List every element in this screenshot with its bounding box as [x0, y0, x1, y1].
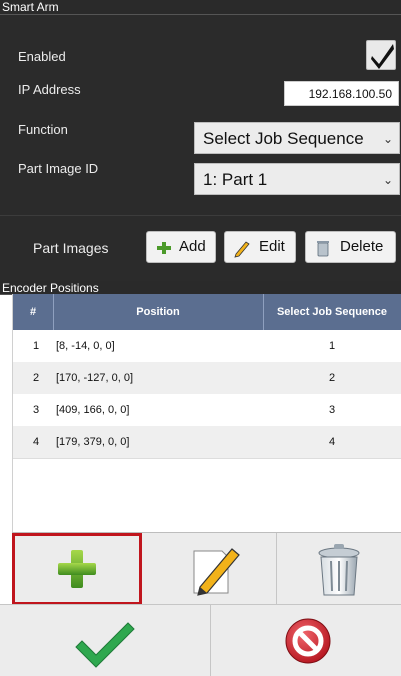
row-number: 3	[33, 404, 40, 416]
part-image-id-label: Part Image ID	[18, 161, 99, 176]
ip-address-field[interactable]: 192.168.100.50	[284, 81, 399, 106]
table-header: # Position Select Job Sequence	[13, 294, 401, 330]
plus-icon	[58, 550, 96, 588]
dialog-actions	[0, 604, 401, 676]
table-row[interactable]: 3 [409, 166, 0, 0] 3	[13, 394, 401, 426]
row-toolbar	[12, 532, 401, 605]
cancel-button[interactable]	[211, 605, 401, 676]
add-label: Add	[179, 238, 206, 255]
row-position: [409, 166, 0, 0]	[56, 404, 130, 416]
enabled-label: Enabled	[18, 49, 66, 64]
row-number: 1	[33, 340, 40, 352]
trash-icon	[318, 544, 360, 596]
table-row[interactable]: 2 [170, -127, 0, 0] 2	[13, 362, 401, 394]
chevron-down-icon: ⌄	[382, 132, 393, 146]
encoder-positions-table: # Position Select Job Sequence 1 [8, -14…	[12, 294, 401, 532]
function-select[interactable]: Select Job Sequence ⌄	[194, 122, 400, 154]
checkmark-icon	[75, 622, 135, 668]
row-sequence: 3	[329, 404, 336, 416]
enabled-checkbox[interactable]	[366, 40, 396, 70]
plus-icon	[157, 242, 171, 254]
encoder-positions-header: Encoder Positions	[0, 281, 401, 295]
delete-row-button[interactable]	[277, 533, 401, 605]
row-position: [8, -14, 0, 0]	[56, 340, 115, 352]
edit-part-image-button[interactable]: Edit	[224, 231, 296, 263]
row-position: [170, -127, 0, 0]	[56, 372, 134, 384]
smart-arm-dialog: Smart Arm Enabled IP Address 192.168.100…	[0, 0, 401, 676]
ip-address-label: IP Address	[18, 82, 81, 97]
pencil-icon	[234, 241, 250, 258]
part-images-label: Part Images	[33, 240, 109, 256]
function-label: Function	[18, 122, 68, 137]
column-header-position[interactable]: Position	[53, 294, 263, 330]
column-header-job-sequence[interactable]: Select Job Sequence	[263, 294, 401, 330]
checkmark-icon	[371, 44, 394, 69]
delete-label: Delete	[340, 238, 384, 255]
part-image-id-select[interactable]: 1: Part 1 ⌄	[194, 163, 400, 195]
ok-button[interactable]	[0, 605, 211, 676]
table-row[interactable]: 1 [8, -14, 0, 0] 1	[13, 330, 401, 362]
row-position: [179, 379, 0, 0]	[56, 436, 130, 448]
row-number: 2	[33, 372, 40, 384]
chevron-down-icon: ⌄	[382, 173, 393, 187]
row-sequence: 2	[329, 372, 336, 384]
part-image-id-value: 1: Part 1	[203, 170, 268, 189]
cancel-icon	[285, 618, 331, 664]
smart-arm-panel: Enabled IP Address 192.168.100.50 Functi…	[0, 15, 401, 215]
add-row-button[interactable]	[12, 533, 142, 605]
row-sequence: 4	[329, 436, 336, 448]
delete-part-image-button[interactable]: Delete	[305, 231, 396, 263]
column-header-number[interactable]: #	[13, 294, 53, 330]
row-number: 4	[33, 436, 40, 448]
add-part-image-button[interactable]: Add	[146, 231, 216, 263]
pencil-icon	[193, 548, 240, 596]
trash-icon	[317, 241, 329, 257]
row-sequence: 1	[329, 340, 336, 352]
smart-arm-header: Smart Arm	[0, 0, 401, 15]
edit-row-button[interactable]	[142, 533, 277, 605]
function-select-value: Select Job Sequence	[203, 129, 364, 148]
table-row[interactable]: 4 [179, 379, 0, 0] 4	[13, 426, 401, 458]
edit-label: Edit	[259, 238, 285, 255]
